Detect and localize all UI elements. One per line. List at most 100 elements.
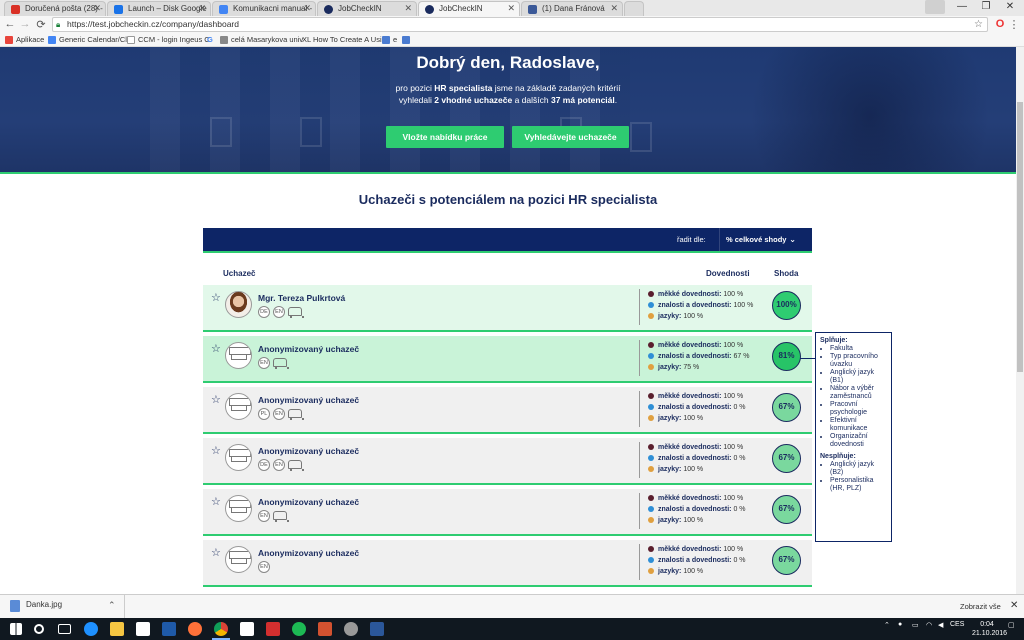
match-score[interactable]: 100% (772, 291, 801, 320)
star-icon[interactable]: ☆ (211, 495, 221, 508)
star-icon[interactable]: ☆ (211, 444, 221, 457)
language-indicator[interactable]: CES (950, 621, 964, 628)
browser-tab[interactable]: Komunikacni manual - D…✕ (212, 1, 316, 16)
close-icon[interactable]: ✕ (404, 2, 412, 15)
match-score[interactable]: 67% (772, 495, 801, 524)
back-icon[interactable]: ← (4, 18, 16, 30)
candidate-row[interactable]: ☆ Anonymizovaný uchazeč PL EN měkké dovednos… (203, 387, 812, 434)
bookmark-item[interactable]: Generic Calendar/Clo (48, 34, 131, 46)
browser-tab[interactable]: Doručená pošta (28) - r…✕ (4, 1, 106, 16)
candidate-row[interactable]: ☆ Mgr. Tereza Pulkrtová DE EN měkké dovednos… (203, 285, 812, 332)
menu-icon[interactable]: ⋮ (1008, 18, 1020, 31)
browser-tab[interactable]: (1) Dana Fránová ✕ (521, 1, 623, 16)
edge-icon[interactable] (84, 622, 98, 636)
candidate-row[interactable]: ☆ Anonymizovaný uchazeč EN měkké dovednosti… (203, 489, 812, 536)
match-score[interactable]: 67% (772, 444, 801, 473)
sort-select[interactable]: % celkové shody ⌄ (719, 228, 812, 251)
browser-tab[interactable]: Launch – Disk Google ✕ (107, 1, 211, 16)
chevron-up-icon[interactable]: ⌃ (884, 621, 890, 629)
chrome-icon[interactable] (214, 622, 228, 636)
show-all-downloads-link[interactable]: Zobrazit vše (960, 602, 1001, 611)
bookmark-google[interactable]: G (207, 34, 213, 46)
windows-start-icon[interactable] (10, 623, 22, 635)
knowledge-dot (648, 353, 654, 359)
skills-summary: měkké dovednosti: 100 % znalosti a dovedn… (639, 493, 764, 529)
search-icon[interactable] (34, 624, 44, 634)
bookmark-item[interactable]: CCM - login Ingeus C (127, 34, 210, 46)
match-score[interactable]: 67% (772, 393, 801, 422)
match-score[interactable]: 81% (772, 342, 801, 371)
candidate-row[interactable]: ☆ Anonymizovaný uchazeč EN měkké dovednosti… (203, 336, 812, 383)
soft-skills-dot (648, 291, 654, 297)
chevron-up-icon[interactable]: ⌃ (108, 600, 116, 611)
new-tab-button[interactable] (624, 1, 644, 16)
hero-window-shape (630, 122, 652, 152)
tray-icon[interactable]: ● (898, 621, 902, 628)
calendar-icon (48, 36, 56, 44)
candidate-name[interactable]: Anonymizovaný uchazeč (258, 395, 359, 405)
download-item[interactable]: Danka.jpg (10, 600, 62, 612)
bookmark-star-icon[interactable]: ☆ (974, 18, 983, 31)
candidate-row[interactable]: ☆ Anonymizovaný uchazeč EN měkké dovednosti… (203, 540, 812, 587)
forward-icon[interactable]: → (19, 18, 31, 30)
close-icon[interactable]: ✕ (507, 2, 515, 15)
skills-summary: měkké dovednosti: 100 % znalosti a dovedn… (639, 391, 764, 427)
browser-tab-active[interactable]: JobCheckIN ✕ (418, 1, 520, 16)
browser-tab[interactable]: JobCheckIN ✕ (317, 1, 417, 16)
url-input[interactable]: 🔒︎ https://test.jobcheckin.cz/company/da… (52, 17, 988, 32)
app-icon[interactable] (240, 622, 254, 636)
maximize-icon[interactable]: ❐ (974, 0, 998, 14)
star-icon[interactable]: ☆ (211, 546, 221, 559)
soft-skills-dot (648, 546, 654, 552)
notifications-icon[interactable]: ▢ (1008, 621, 1015, 629)
file-explorer-icon[interactable] (110, 622, 124, 636)
skill-knowledge: znalosti a dovednosti: 0 % (648, 555, 764, 566)
star-icon[interactable]: ☆ (211, 342, 221, 355)
bookmark-item[interactable]: celá Masarykova univ (220, 34, 303, 46)
outlook-icon[interactable] (162, 622, 176, 636)
battery-icon[interactable]: ▭ (912, 621, 919, 629)
candidate-badges: PL EN (258, 408, 304, 420)
close-icon[interactable]: ✕ (303, 2, 311, 15)
candidate-name[interactable]: Anonymizovaný uchazeč (258, 548, 359, 558)
search-candidates-button[interactable]: Vyhledávejte uchazeče (512, 126, 629, 148)
languages-dot (648, 313, 654, 319)
close-icon[interactable]: ✕ (610, 2, 618, 15)
page-scrollbar[interactable] (1016, 47, 1024, 594)
candidate-row[interactable]: ☆ Anonymizovaný uchazeč DE EN měkké dovednos… (203, 438, 812, 485)
candidate-name[interactable]: Mgr. Tereza Pulkrtová (258, 293, 345, 303)
star-icon[interactable]: ☆ (211, 393, 221, 406)
clock[interactable]: 0:04 21.10.2016 (972, 620, 1007, 638)
scrollbar-thumb[interactable] (1017, 102, 1023, 372)
store-icon[interactable] (136, 622, 150, 636)
post-job-offer-button[interactable]: Vložte nabídku práce (386, 126, 504, 148)
reload-icon[interactable]: ⟳ (35, 18, 47, 31)
close-icon[interactable]: ✕ (198, 2, 206, 15)
task-view-icon[interactable] (58, 624, 71, 634)
window-close-icon[interactable]: ✕ (998, 0, 1022, 14)
language-badge: DE (258, 459, 270, 471)
minimize-icon[interactable]: — (950, 0, 974, 14)
close-icon[interactable]: ✕ (1010, 600, 1018, 611)
firefox-icon[interactable] (188, 622, 202, 636)
app-icon[interactable] (344, 622, 358, 636)
spotify-icon[interactable] (292, 622, 306, 636)
powerpoint-icon[interactable] (318, 622, 332, 636)
profile-icon[interactable] (925, 0, 945, 14)
candidate-name[interactable]: Anonymizovaný uchazeč (258, 344, 359, 354)
wifi-icon[interactable]: ◠ (926, 621, 932, 629)
candidate-badges: DE EN (258, 459, 304, 471)
graduation-cap-icon (225, 495, 252, 522)
close-icon[interactable]: ✕ (93, 2, 101, 15)
bookmark-item[interactable]: e (382, 34, 397, 46)
bookmark-item[interactable]: XL How To Create A Usi (302, 34, 382, 46)
bookmark-apps[interactable]: Aplikace (5, 34, 44, 46)
opera-extension-icon[interactable]: O (994, 18, 1006, 30)
acrobat-icon[interactable] (266, 622, 280, 636)
candidate-name[interactable]: Anonymizovaný uchazeč (258, 446, 359, 456)
match-score[interactable]: 67% (772, 546, 801, 575)
star-icon[interactable]: ☆ (211, 291, 221, 304)
word-icon[interactable] (370, 622, 384, 636)
volume-icon[interactable]: ◀ (938, 621, 943, 629)
candidate-name[interactable]: Anonymizovaný uchazeč (258, 497, 359, 507)
